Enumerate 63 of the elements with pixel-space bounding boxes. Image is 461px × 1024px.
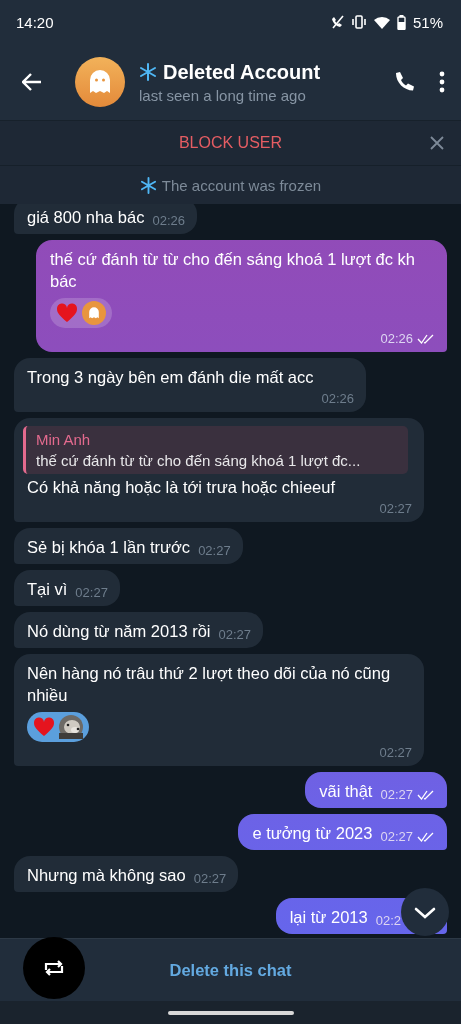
status-time: 14:20 xyxy=(16,13,54,31)
scroll-down-button[interactable] xyxy=(401,888,449,936)
reaction-pill[interactable] xyxy=(27,712,89,742)
message-time: 02:2 xyxy=(375,914,401,928)
message-text: Trong 3 ngày bên em đánh die mất acc xyxy=(27,367,314,388)
message-time: 02:26 xyxy=(152,214,185,228)
quote-text: thế cứ đánh từ từ cho đến sáng khoá 1 lượt đc... xyxy=(36,451,362,471)
incoming-message-bubble[interactable]: Min Anh thế cứ đánh từ từ cho đến sáng khoá 1 lượt đc... Có khả năng hoặc là tới trưa hoặc chieeuf 02:27 xyxy=(14,418,424,522)
message-text: e tưởng từ 2023 xyxy=(252,823,373,844)
message-time: 02:26 xyxy=(380,332,413,346)
incoming-message-bubble[interactable]: Nên hàng nó trâu thứ 2 lượt theo dõi của nó cũng nhiều 02:27 xyxy=(14,654,424,766)
heart-icon xyxy=(56,303,78,323)
outgoing-message-bubble[interactable]: thế cứ đánh từ từ cho đến sáng khoá 1 lượt đc kh bác 02:26 xyxy=(36,240,447,352)
incoming-message-bubble[interactable]: Sẻ bị khóa 1 lần trước 02:27 xyxy=(14,528,243,564)
reply-quote[interactable]: Min Anh thế cứ đánh từ từ cho đến sáng khoá 1 lượt đc... xyxy=(23,426,408,474)
message-time: 02:27 xyxy=(198,544,231,558)
message-text: giá 800 nha bác xyxy=(27,207,145,228)
block-user-button[interactable]: BLOCK USER xyxy=(170,130,291,156)
quote-author: Min Anh xyxy=(36,430,92,450)
chat-title: Deleted Account xyxy=(163,60,321,84)
message-time: 02:27 xyxy=(380,788,413,802)
incoming-message-bubble[interactable]: Tại vì 02:27 xyxy=(14,570,120,606)
message-text: Nên hàng nó trâu thứ 2 lượt theo dõi của nó cũng nhiều xyxy=(27,663,392,706)
incoming-message-bubble[interactable]: Nhưng mà không sao 02:27 xyxy=(14,856,239,892)
message-text: Nhưng mà không sao xyxy=(27,865,186,886)
outgoing-message-bubble[interactable]: e tưởng từ 2023 02:27 xyxy=(238,814,447,850)
frozen-notice: The account was frozen xyxy=(161,176,322,194)
repeat-button[interactable] xyxy=(23,937,85,999)
close-icon[interactable] xyxy=(430,136,444,150)
message-time: 02:27 xyxy=(379,746,412,760)
last-seen-status: last seen a long time ago xyxy=(139,86,307,104)
heart-icon xyxy=(33,717,55,737)
message-text: Sẻ bị khóa 1 lần trước xyxy=(27,537,191,558)
reaction-pill[interactable] xyxy=(50,298,112,328)
message-text: lại từ 2013 xyxy=(289,907,368,928)
incoming-message-bubble[interactable]: Nó dùng từ năm 2013 rồi 02:27 xyxy=(14,612,264,648)
delete-chat-button[interactable]: Delete this chat xyxy=(163,959,298,981)
back-icon[interactable] xyxy=(22,73,42,91)
message-time: 02:27 xyxy=(75,586,108,600)
message-text: Có khả năng hoặc là tới trưa hoặc chieeuf xyxy=(27,477,336,498)
ghost-avatar xyxy=(82,301,106,325)
incoming-message-bubble[interactable]: giá 800 nha bác 02:26 xyxy=(14,204,197,234)
message-text: vãi thật xyxy=(319,781,373,802)
muted-call-icon xyxy=(329,15,344,29)
incoming-message-bubble[interactable]: Trong 3 ngày bên em đánh die mất acc 02:26 xyxy=(14,358,367,412)
ghost-avatar[interactable] xyxy=(75,57,125,107)
battery-icon xyxy=(396,14,406,30)
snowflake-icon xyxy=(139,176,157,194)
home-indicator[interactable] xyxy=(167,1010,294,1015)
message-text: Nó dùng từ năm 2013 rồi xyxy=(27,621,211,642)
message-time: 02:27 xyxy=(193,872,227,886)
vibrate-icon xyxy=(350,15,367,29)
message-time: 02:26 xyxy=(321,392,355,406)
more-icon[interactable] xyxy=(439,71,445,93)
message-text: Tại vì xyxy=(27,579,68,600)
message-time: 02:27 xyxy=(380,830,413,844)
message-time: 02:27 xyxy=(218,628,252,642)
battery-percent: 51% xyxy=(412,13,443,31)
outgoing-message-bubble[interactable]: vãi thật 02:27 xyxy=(305,772,447,808)
phone-icon[interactable] xyxy=(393,71,415,93)
wifi-icon xyxy=(373,15,390,29)
message-text: thế cứ đánh từ từ cho đến sáng khoá 1 lượt đc kh bác xyxy=(50,249,417,292)
message-time: 02:27 xyxy=(379,502,412,516)
